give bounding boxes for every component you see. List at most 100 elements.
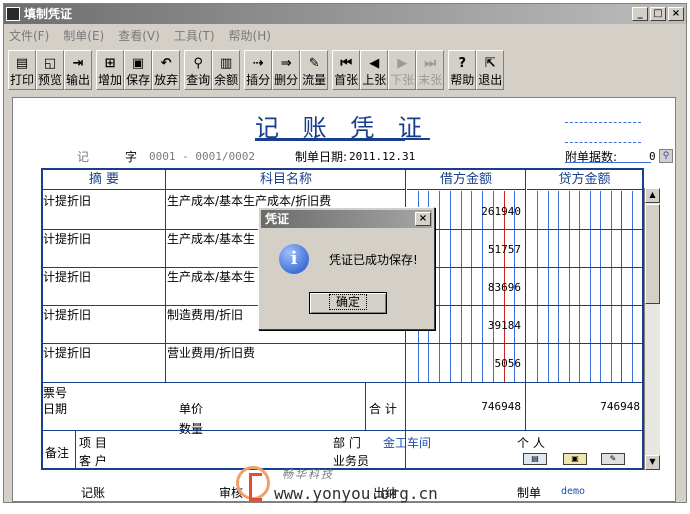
row-summary[interactable]: 计提折旧 — [43, 192, 91, 209]
department-label: 部 门 — [333, 436, 361, 450]
insert-entry-button[interactable]: ⇢ 插分 — [244, 50, 273, 90]
close-button[interactable]: × — [668, 7, 684, 21]
row-account[interactable]: 生产成本/基本生 — [167, 230, 255, 247]
help-icon: ? — [458, 55, 466, 71]
edit-icon[interactable]: ✎ — [601, 453, 625, 465]
print-button[interactable]: ▤ 打印 — [8, 50, 37, 90]
row-summary[interactable]: 计提折旧 — [43, 230, 91, 247]
attachment-underline — [565, 162, 651, 163]
insert-entry-label: 插分 — [246, 73, 271, 87]
customer-label: 客 户 — [79, 454, 107, 468]
last-button[interactable]: ⏭ 末张 — [416, 50, 445, 90]
info-icon: i — [279, 244, 309, 274]
preview-icon: ◱ — [43, 55, 57, 71]
department-value[interactable]: 金工车间 — [383, 434, 431, 451]
balance-button[interactable]: ▥ 余额 — [212, 50, 241, 90]
menu-tools[interactable]: 工具(T) — [174, 26, 215, 46]
first-icon: ⏮ — [340, 55, 353, 71]
add-label: 增加 — [98, 73, 123, 87]
maximize-button[interactable]: □ — [650, 7, 666, 21]
row-account[interactable]: 营业费用/折旧费 — [167, 344, 255, 361]
row-divider — [43, 430, 642, 431]
money-digit-line — [632, 191, 633, 382]
ok-button[interactable]: 确定 — [309, 292, 387, 314]
dialog-message: 凭证已成功保存! — [329, 253, 418, 267]
row-summary[interactable]: 计提折旧 — [43, 344, 91, 361]
exit-button[interactable]: ⇱ 退出 — [476, 50, 505, 90]
menu-bar: 文件(F) 制单(E) 查看(V) 工具(T) 帮助(H) — [4, 26, 271, 46]
menu-make[interactable]: 制单(E) — [63, 26, 104, 46]
menu-view[interactable]: 查看(V) — [118, 26, 160, 46]
row-account[interactable]: 制造费用/折旧 — [167, 306, 243, 323]
query-icon: ⚲ — [193, 55, 203, 71]
scroll-thumb[interactable] — [645, 204, 660, 304]
query-button[interactable]: ⚲ 查询 — [184, 50, 213, 90]
ledger-icon[interactable]: ▣ — [563, 453, 587, 465]
delete-entry-button[interactable]: ⇒ 删分 — [272, 50, 301, 90]
person-label: 个 人 — [517, 436, 545, 450]
maker-label: 制单 — [517, 486, 542, 500]
date-value[interactable]: 2011.12.31 — [349, 150, 415, 163]
save-button[interactable]: ▣ 保存 — [124, 50, 153, 90]
title-bar[interactable]: 填制凭证 _ □ × — [4, 4, 686, 24]
minimize-button[interactable]: _ — [632, 7, 648, 21]
row-debit[interactable]: 5056 — [407, 357, 522, 370]
date-label: 制单日期: — [295, 150, 348, 164]
help-label: 帮助 — [450, 73, 475, 87]
menu-file[interactable]: 文件(F) — [9, 26, 49, 46]
preview-label: 预览 — [38, 73, 63, 87]
money-digit-line — [600, 191, 601, 382]
next-icon: ▶ — [397, 55, 408, 71]
balance-label: 余额 — [214, 73, 239, 87]
scroll-down-icon[interactable]: ▼ — [645, 455, 660, 470]
exit-label: 退出 — [478, 73, 503, 87]
col-divider — [525, 170, 526, 430]
discard-icon: ↶ — [160, 55, 172, 71]
credit-total: 746948 — [600, 400, 640, 413]
prev-icon: ◀ — [369, 55, 380, 71]
scroll-up-icon[interactable]: ▲ — [645, 188, 660, 203]
cashflow-button[interactable]: ✎ 流量 — [300, 50, 329, 90]
row-summary[interactable]: 计提折旧 — [43, 268, 91, 285]
add-icon: ⊞ — [104, 55, 116, 71]
last-label: 末张 — [418, 73, 443, 87]
print-icon: ▤ — [15, 55, 29, 71]
window-title: 填制凭证 — [24, 7, 73, 21]
voucher-type[interactable]: 记 — [77, 148, 89, 165]
help-button[interactable]: ? 帮助 — [448, 50, 477, 90]
card-icon[interactable]: ▤ — [523, 453, 547, 465]
dialog-close-icon[interactable]: × — [415, 212, 431, 226]
prev-button[interactable]: ◀ 上张 — [360, 50, 389, 90]
maker-value: demo — [561, 486, 586, 497]
next-label: 下张 — [390, 73, 415, 87]
preview-button[interactable]: ◱ 预览 — [36, 50, 65, 90]
ok-button-label: 确定 — [328, 294, 367, 310]
prev-label: 上张 — [362, 73, 387, 87]
next-button[interactable]: ▶ 下张 — [388, 50, 417, 90]
money-digit-line — [579, 191, 580, 382]
export-label: 输出 — [66, 73, 91, 87]
header-credit: 贷方金额 — [527, 170, 642, 190]
first-button[interactable]: ⏮ 首张 — [332, 50, 361, 90]
menu-help[interactable]: 帮助(H) — [229, 26, 271, 46]
project-label: 项 目 — [79, 436, 107, 450]
delete-entry-label: 删分 — [274, 73, 299, 87]
quantity-label: 数量 — [179, 422, 204, 436]
save-icon: ▣ — [131, 55, 145, 71]
row-divider — [43, 382, 642, 383]
row-summary[interactable]: 计提折旧 — [43, 306, 91, 323]
money-digit-line — [590, 191, 591, 382]
ticket-date-label: 日期 — [43, 402, 68, 416]
add-button[interactable]: ⊞ 增加 — [96, 50, 125, 90]
vertical-scrollbar[interactable]: ▲ ▼ — [644, 188, 660, 470]
row-account[interactable]: 生产成本/基本生 — [167, 268, 255, 285]
price-label: 单价 — [179, 402, 204, 416]
ticket-label: 票号 — [43, 386, 68, 400]
cashflow-label: 流量 — [302, 73, 327, 87]
print-label: 打印 — [10, 73, 35, 87]
col-divider — [165, 170, 166, 382]
discard-button[interactable]: ↶ 放弃 — [152, 50, 181, 90]
money-digit-line — [611, 191, 612, 382]
search-icon[interactable]: ⚲ — [659, 149, 673, 163]
export-button[interactable]: ⇥ 输出 — [64, 50, 93, 90]
